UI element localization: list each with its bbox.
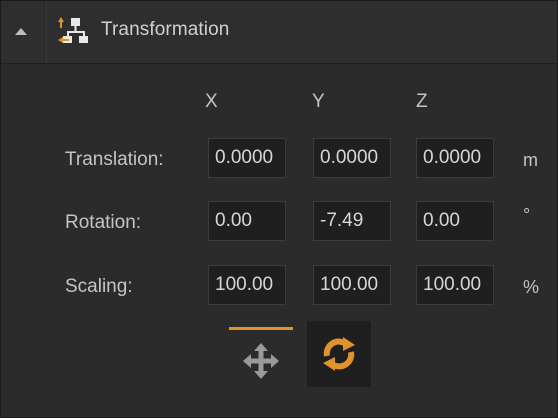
translation-label: Translation: bbox=[65, 149, 164, 170]
translation-x-field[interactable]: 0.0000 bbox=[208, 138, 286, 178]
column-y-header: Y bbox=[312, 91, 325, 112]
scaling-x-field[interactable]: 100.00 bbox=[208, 265, 286, 305]
column-z-header: Z bbox=[416, 91, 428, 112]
column-x-header: X bbox=[205, 91, 218, 112]
rotation-unit: ° bbox=[523, 205, 531, 225]
rotation-x-field[interactable]: 0.00 bbox=[208, 201, 286, 241]
panel-title: Transformation bbox=[101, 19, 230, 40]
refresh-icon bbox=[323, 337, 355, 371]
rotation-z-field[interactable]: 0.00 bbox=[416, 201, 494, 241]
translation-y-field[interactable]: 0.0000 bbox=[313, 138, 391, 178]
move-tool-button[interactable] bbox=[229, 321, 293, 387]
collapse-toggle[interactable] bbox=[1, 1, 47, 63]
rotation-label: Rotation: bbox=[65, 212, 142, 233]
scaling-z-field[interactable]: 100.00 bbox=[416, 265, 494, 305]
translation-z-field[interactable]: 0.0000 bbox=[416, 138, 494, 178]
scaling-y-field[interactable]: 100.00 bbox=[313, 265, 391, 305]
translation-unit: m bbox=[523, 150, 538, 170]
refresh-tool-button[interactable] bbox=[307, 321, 371, 387]
active-indicator bbox=[229, 327, 293, 330]
scaling-unit: % bbox=[523, 277, 540, 297]
triangle-up-icon bbox=[15, 28, 27, 35]
hierarchy-icon bbox=[58, 17, 88, 43]
transformation-panel: Transformation X Y Z Translation: 0.0000… bbox=[0, 0, 558, 418]
rotation-y-field[interactable]: -7.49 bbox=[313, 201, 391, 241]
scaling-label: Scaling: bbox=[65, 276, 133, 297]
panel-header[interactable]: Transformation bbox=[1, 1, 557, 64]
move-arrows-icon bbox=[243, 343, 279, 379]
